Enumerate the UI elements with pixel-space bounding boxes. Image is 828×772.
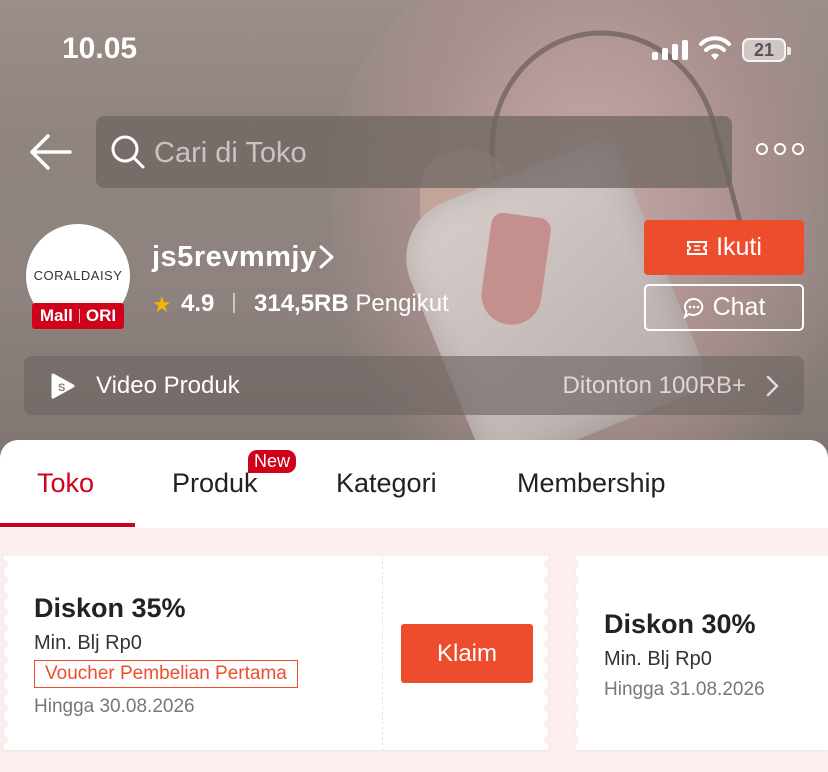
new-badge: New — [248, 450, 297, 473]
video-play-icon: S — [51, 373, 75, 399]
tab-membership[interactable]: Membership — [517, 468, 666, 499]
divider — [233, 293, 235, 313]
voucher-edge — [571, 556, 579, 750]
voucher-min-spend: Min. Blj Rp0 — [604, 648, 712, 670]
tab-toko[interactable]: Toko — [37, 468, 94, 499]
status-time: 10.05 — [62, 32, 138, 65]
shop-logo-text: CORALDAISY — [33, 268, 123, 283]
follower-count: 314,5RB Pengikut — [254, 290, 449, 318]
voucher-divider — [382, 556, 383, 750]
back-arrow-icon[interactable] — [26, 130, 74, 174]
ori-badge-label: ORI — [85, 306, 117, 325]
mall-badge-label: Mall — [39, 306, 73, 325]
shop-name[interactable]: js5revmmjy — [152, 241, 317, 274]
follower-number: 314,5RB — [254, 290, 349, 317]
ticket-icon — [687, 240, 708, 255]
tab-kategori[interactable]: Kategori — [336, 468, 437, 499]
chevron-right-icon — [766, 375, 779, 397]
chat-button[interactable]: Chat — [644, 284, 804, 331]
follow-label: Ikuti — [716, 233, 762, 261]
status-bar: 10.05 21 — [0, 0, 828, 100]
video-view-count: Ditonton 100RB+ — [562, 372, 746, 399]
video-product-bar[interactable]: S Video Produk Ditonton 100RB+ — [24, 356, 804, 415]
voucher-edge — [0, 556, 8, 750]
voucher-title: Diskon 30% — [604, 609, 756, 639]
voucher-min-spend: Min. Blj Rp0 — [34, 632, 142, 654]
follow-button[interactable]: Ikuti — [644, 220, 804, 275]
chevron-right-icon[interactable] — [316, 244, 336, 270]
voucher-edge — [544, 556, 552, 750]
star-icon: ★ — [152, 292, 172, 317]
active-tab-indicator — [0, 523, 135, 527]
voucher-expiry: Hingga 30.08.2026 — [34, 696, 195, 717]
claim-voucher-button[interactable]: Klaim — [401, 624, 533, 683]
chat-bubble-icon — [683, 297, 703, 319]
svg-text:S: S — [58, 382, 65, 394]
shop-tabs: Toko Produk New Kategori Membership — [0, 440, 828, 528]
voucher-expiry: Hingga 31.08.2026 — [604, 679, 765, 700]
wifi-icon — [699, 36, 731, 60]
search-input[interactable] — [152, 128, 716, 178]
search-icon — [111, 135, 145, 169]
video-product-label: Video Produk — [96, 372, 240, 399]
voucher-title: Diskon 35% — [34, 593, 186, 623]
battery-icon: 21 — [742, 38, 791, 62]
shop-search-bar[interactable] — [96, 116, 732, 188]
cellular-signal-icon — [652, 40, 688, 60]
follower-label: Pengikut — [355, 290, 449, 317]
more-options-icon[interactable] — [756, 143, 804, 155]
voucher-card: Diskon 30% Min. Blj Rp0 Hingga 31.08.202… — [576, 556, 828, 750]
tab-produk[interactable]: Produk — [172, 468, 258, 499]
voucher-tag: Voucher Pembelian Pertama — [34, 660, 298, 688]
chat-label: Chat — [712, 293, 766, 321]
mall-ori-badge: Mall ORI — [32, 303, 124, 329]
shop-rating: 4.9 — [181, 290, 215, 317]
